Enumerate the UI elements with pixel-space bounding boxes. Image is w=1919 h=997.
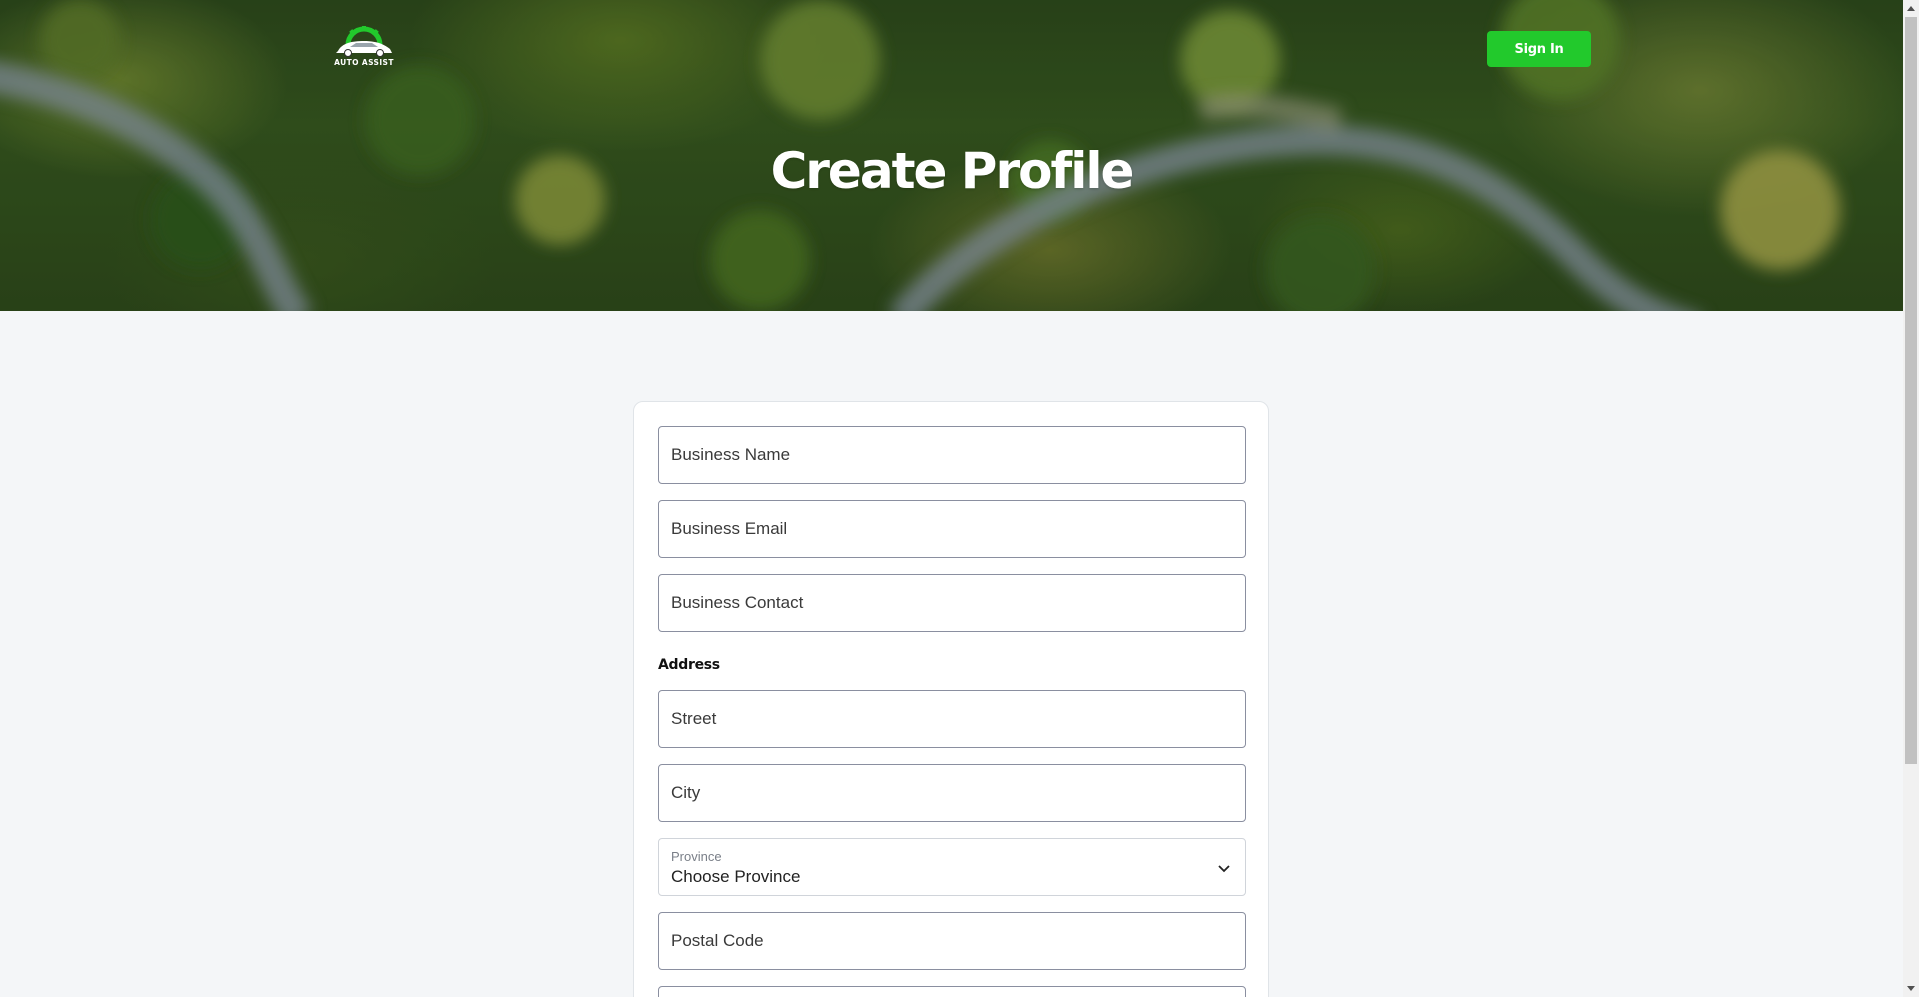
scrollbar-thumb[interactable]: [1905, 17, 1917, 764]
city-input[interactable]: [658, 764, 1246, 822]
address-section-label: Address: [658, 657, 720, 673]
province-selected-value: Choose Province: [671, 867, 801, 886]
car-gear-logo-icon: [336, 26, 392, 57]
street-input[interactable]: [658, 690, 1246, 748]
business-email-input[interactable]: [658, 500, 1246, 558]
province-select[interactable]: Province Choose Province: [658, 838, 1246, 896]
create-profile-form: Address Province Choose Province: [633, 401, 1269, 997]
logo-text: AUTO ASSIST: [334, 58, 394, 67]
triangle-up-icon[interactable]: [1903, 0, 1919, 16]
vertical-scrollbar[interactable]: [1903, 0, 1919, 997]
page: AUTO ASSIST Sign In Create Profile Addre…: [0, 0, 1903, 997]
postal-code-input[interactable]: [658, 912, 1246, 970]
hero-banner: AUTO ASSIST Sign In Create Profile: [0, 0, 1903, 311]
logo[interactable]: AUTO ASSIST: [326, 25, 402, 71]
triangle-down-icon[interactable]: [1903, 981, 1919, 997]
page-title: Create Profile: [770, 142, 1135, 200]
province-label: Province: [671, 849, 722, 864]
business-contact-input[interactable]: [658, 574, 1246, 632]
sign-in-button[interactable]: Sign In: [1487, 31, 1591, 67]
business-name-input[interactable]: [658, 426, 1246, 484]
next-form-field[interactable]: [658, 986, 1246, 997]
chevron-down-icon: [1218, 865, 1230, 873]
